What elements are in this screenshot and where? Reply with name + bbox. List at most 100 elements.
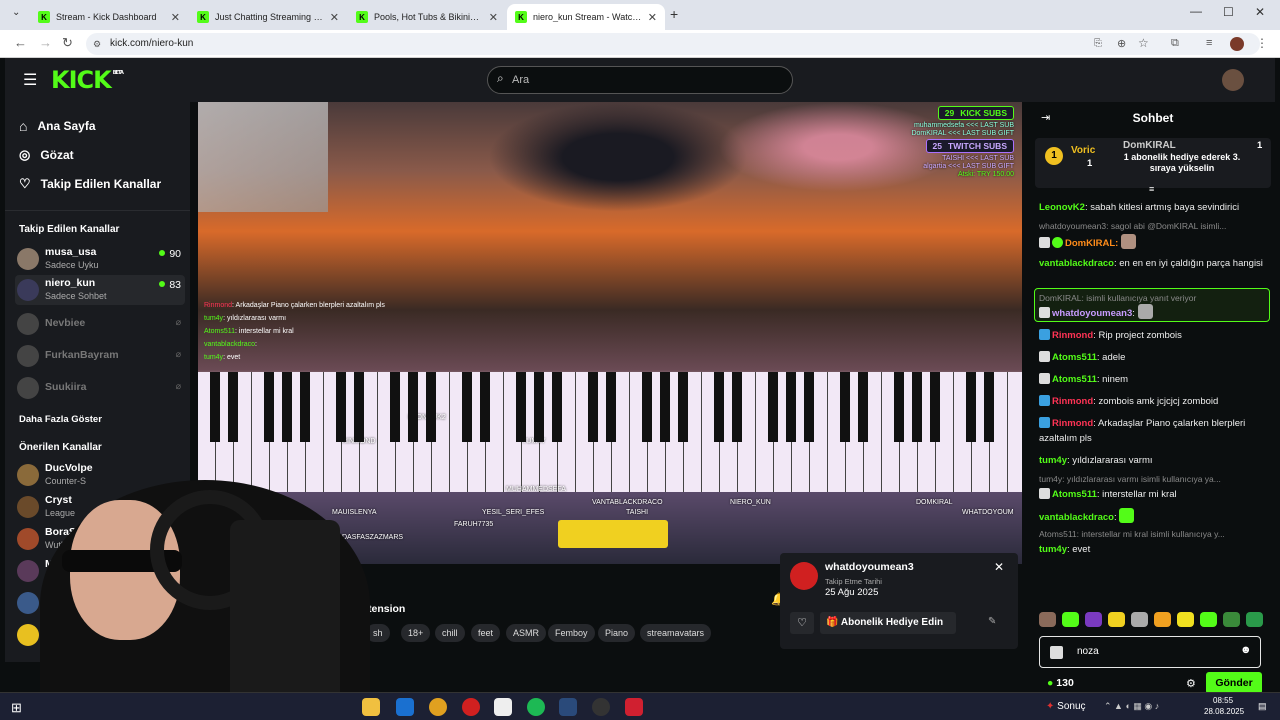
clock-time[interactable]: 08:55 (1213, 696, 1233, 705)
tag[interactable]: Piano (598, 624, 636, 642)
chat-settings-icon[interactable]: ⚙ (1186, 677, 1196, 690)
outlook-icon[interactable] (396, 698, 414, 716)
obs-icon[interactable] (592, 698, 610, 716)
extensions-icon[interactable]: ⧉ (1171, 37, 1179, 50)
emote-icon[interactable] (1039, 612, 1056, 627)
emote-icon[interactable] (1085, 612, 1102, 627)
emote-icon[interactable] (1062, 612, 1079, 627)
yellow-banner (558, 520, 668, 548)
opera-icon[interactable] (462, 698, 480, 716)
followed-channel-nevbiee[interactable]: Nevbiee ⌀ (15, 309, 185, 339)
kick-logo[interactable]: KICK BETA (51, 66, 124, 94)
emote-icon[interactable] (1177, 612, 1194, 627)
sidebar-item-browse[interactable]: ◎ Gözat (19, 147, 74, 163)
emote-icon[interactable] (1223, 612, 1240, 627)
sidebar-item-following[interactable]: ♡ Takip Edilen Kanallar (19, 176, 161, 192)
pinned-expand-icon[interactable]: ≡ (1149, 184, 1154, 194)
notification-icon[interactable]: ▤ (1258, 701, 1267, 712)
tab-search-icon[interactable]: ⌄ (12, 7, 20, 18)
followed-channel-musa-usa[interactable]: musa_usa Sadece Uyku 90 (15, 244, 185, 274)
emote-icon[interactable] (1246, 612, 1263, 627)
tray-icons[interactable]: ⌃ ▲ ◐ ▦ ◉ ♪ (1104, 701, 1159, 712)
tag[interactable]: streamavatars (640, 624, 712, 642)
show-more-link[interactable]: Daha Fazla Göster (19, 414, 102, 425)
tag[interactable]: Femboy (548, 624, 595, 642)
recommended-channel[interactable]: DucVolpe Counter-S (15, 460, 185, 490)
search-input[interactable]: Ara (487, 66, 793, 94)
steam-icon[interactable] (559, 698, 577, 716)
chat-input[interactable]: noza ☻ (1039, 636, 1261, 668)
close-tab-icon[interactable]: ✕ (489, 11, 498, 24)
user-avatar[interactable] (1222, 69, 1244, 91)
maximize-icon[interactable]: ☐ (1223, 5, 1234, 19)
gift-leaderboard[interactable]: 1 Voric 1 DomKIRAL 1 1 abonelik hediye e… (1035, 138, 1271, 188)
last-sub-line: muhammedsefa <<< LAST SUB (913, 122, 1014, 129)
weather-widget[interactable]: ✦ Sonuç (1046, 701, 1086, 712)
followed-channel-suukiira[interactable]: Suukiira ⌀ (15, 373, 185, 403)
clock-date[interactable]: 28.08.2025 (1204, 707, 1244, 716)
hamburger-menu-icon[interactable]: ☰ (23, 70, 37, 90)
close-icon[interactable]: ✕ (994, 560, 1004, 574)
bookmark-star-icon[interactable]: ☆ (1138, 36, 1149, 50)
forward-icon[interactable]: → (39, 35, 52, 50)
tag[interactable]: feet (471, 624, 501, 642)
app-icon[interactable] (625, 698, 643, 716)
emote-icon[interactable] (1131, 612, 1148, 627)
profile-avatar[interactable] (1230, 37, 1244, 51)
app-icon[interactable] (494, 698, 512, 716)
reload-icon[interactable]: ↻ (62, 35, 73, 51)
browser-tab-3[interactable]: KPools, Hot Tubs & Bikinis Strea✕ (348, 4, 506, 30)
browser-tab-1[interactable]: K Stream - Kick Dashboard ✕ (30, 4, 188, 30)
spotify-icon[interactable] (527, 698, 545, 716)
mute-icon[interactable]: ✎ (988, 616, 996, 627)
recommended-channel[interactable]: Rooki3tv Counter-S (15, 620, 185, 650)
tag[interactable]: 18+ (401, 624, 431, 642)
recommended-channel[interactable]: BarisYT Sadece Sohb (15, 588, 185, 618)
gift-sub-button[interactable]: 🎁 Abonelik Hediye Edin (820, 612, 956, 634)
reply-preview[interactable]: whatdoyoumean3: sagol abi @DomKIRAL isim… (1039, 221, 1267, 231)
followed-channel-furkanbayram[interactable]: FurkanBayram ⌀ (15, 341, 185, 371)
emoji-icon[interactable]: ☻ (1240, 644, 1252, 656)
new-tab-button[interactable]: + (670, 6, 678, 22)
tag[interactable]: chill (435, 624, 465, 642)
zoom-icon[interactable]: ⊕ (1117, 37, 1126, 50)
piano-black-key (930, 372, 940, 442)
browser-menu-icon[interactable]: ⋮ (1256, 36, 1268, 50)
recommended-channel[interactable]: Cryst League (15, 492, 185, 522)
start-icon[interactable]: ⊞ (11, 700, 22, 716)
close-tab-icon[interactable]: ✕ (171, 11, 180, 24)
send-button[interactable]: Gönder (1206, 672, 1262, 694)
translate-icon[interactable]: ⎘ (1094, 38, 1102, 49)
browser-tab-2[interactable]: K Just Chatting Streaming - Live ✕ (189, 4, 347, 30)
popup-username[interactable]: whatdoyoumean3 (825, 561, 914, 573)
emote-icon[interactable] (1108, 612, 1125, 627)
avatar-name: WHATDOYOUM (962, 509, 1014, 516)
close-window-icon[interactable]: ✕ (1255, 5, 1265, 19)
close-tab-icon[interactable]: ✕ (648, 11, 657, 24)
video-player[interactable]: 29 KICK SUBS muhammedsefa <<< LAST SUB Do… (198, 102, 1022, 564)
tag[interactable]: ASMR (506, 624, 547, 642)
emote-icon[interactable] (1200, 612, 1217, 627)
sidebar-item-home[interactable]: ⌂ Ana Sayfa (19, 118, 96, 134)
minimize-icon[interactable]: — (1190, 4, 1202, 18)
site-info-icon[interactable]: ⚙ (93, 39, 101, 50)
recommended-channel[interactable]: Meyhar Sadece S (15, 556, 185, 586)
emote-icon[interactable] (1154, 612, 1171, 627)
reply-preview[interactable]: Atoms511: interstellar mi kral isimli ku… (1039, 529, 1267, 539)
address-bar[interactable]: kick.com/niero-kun (86, 33, 1260, 55)
recommended-channel[interactable]: BoraSi Wutheri (15, 524, 185, 554)
reply-preview[interactable]: DomKIRAL: isimli kullanıcıya yanıt veriy… (1039, 293, 1267, 303)
close-tab-icon[interactable]: ✕ (330, 11, 339, 24)
chrome-icon[interactable] (429, 698, 447, 716)
channel-points[interactable]: ● 130 (1047, 677, 1074, 689)
collapse-chat-icon[interactable]: ⇥ (1041, 111, 1050, 124)
piano-black-key (480, 372, 490, 442)
reply-preview[interactable]: tum4y: yıldızlararası varmı isimli kulla… (1039, 474, 1267, 484)
file-explorer-icon[interactable] (362, 698, 380, 716)
media-icon[interactable]: ≡ (1206, 37, 1212, 49)
back-icon[interactable]: ← (14, 35, 27, 50)
followed-channel-niero-kun[interactable]: niero_kun Sadece Sohbet 83 (15, 275, 185, 305)
follow-heart-button[interactable]: ♡ (790, 612, 814, 634)
browser-tab-4-active[interactable]: Kniero_kun Stream - Watch L ✕ (507, 4, 665, 30)
tag[interactable]: sh (366, 624, 390, 642)
